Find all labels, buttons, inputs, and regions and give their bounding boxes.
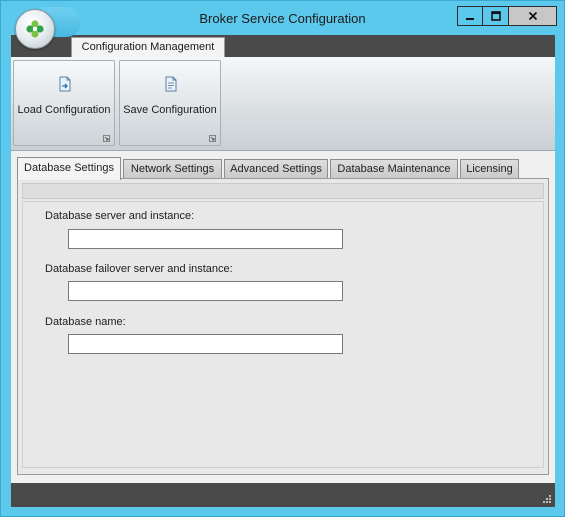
save-configuration-button[interactable]: Save Configuration xyxy=(119,60,221,146)
app-menu-button[interactable] xyxy=(15,9,55,49)
tab-database-settings[interactable]: Database Settings xyxy=(17,157,121,180)
app-window: Broker Service Configuration Configurati… xyxy=(0,0,565,517)
save-configuration-label: Save Configuration xyxy=(123,104,217,116)
tab-licensing[interactable]: Licensing xyxy=(460,159,519,179)
load-config-icon xyxy=(59,76,71,92)
ribbon-menubar: Configuration Management xyxy=(11,35,555,57)
db-server-label: Database server and instance: xyxy=(45,210,195,222)
panel-header-strip xyxy=(22,183,544,199)
tab-configuration-management[interactable]: Configuration Management xyxy=(71,37,225,57)
maximize-button[interactable] xyxy=(483,6,509,26)
app-logo-icon xyxy=(26,20,44,38)
ribbon-panel: Load Configuration Save Configuration xyxy=(11,57,555,151)
panel-body: Database server and instance: Database f… xyxy=(22,201,544,468)
tab-advanced-settings[interactable]: Advanced Settings xyxy=(224,159,328,179)
dialog-launcher-icon xyxy=(209,135,216,142)
db-name-label: Database name: xyxy=(45,316,126,328)
save-config-icon xyxy=(165,76,177,92)
db-server-input[interactable] xyxy=(68,229,343,249)
load-configuration-button[interactable]: Load Configuration xyxy=(13,60,115,146)
title-bar[interactable]: Broker Service Configuration xyxy=(1,1,564,49)
maximize-icon xyxy=(490,11,501,21)
tab-network-settings[interactable]: Network Settings xyxy=(123,159,222,179)
resize-grip-icon[interactable] xyxy=(541,493,552,504)
load-configuration-label: Load Configuration xyxy=(17,104,111,116)
db-failover-label: Database failover server and instance: xyxy=(45,263,233,275)
close-button[interactable] xyxy=(509,6,557,26)
minimize-icon xyxy=(466,18,474,20)
tab-database-maintenance[interactable]: Database Maintenance xyxy=(330,159,458,179)
status-bar xyxy=(11,483,555,507)
minimize-button[interactable] xyxy=(457,6,483,26)
main-content: Database Settings Network Settings Advan… xyxy=(11,151,555,483)
db-name-input[interactable] xyxy=(68,334,343,354)
dialog-launcher-icon xyxy=(103,135,110,142)
database-settings-panel: Database server and instance: Database f… xyxy=(17,178,549,475)
db-failover-input[interactable] xyxy=(68,281,343,301)
close-icon xyxy=(528,11,537,21)
